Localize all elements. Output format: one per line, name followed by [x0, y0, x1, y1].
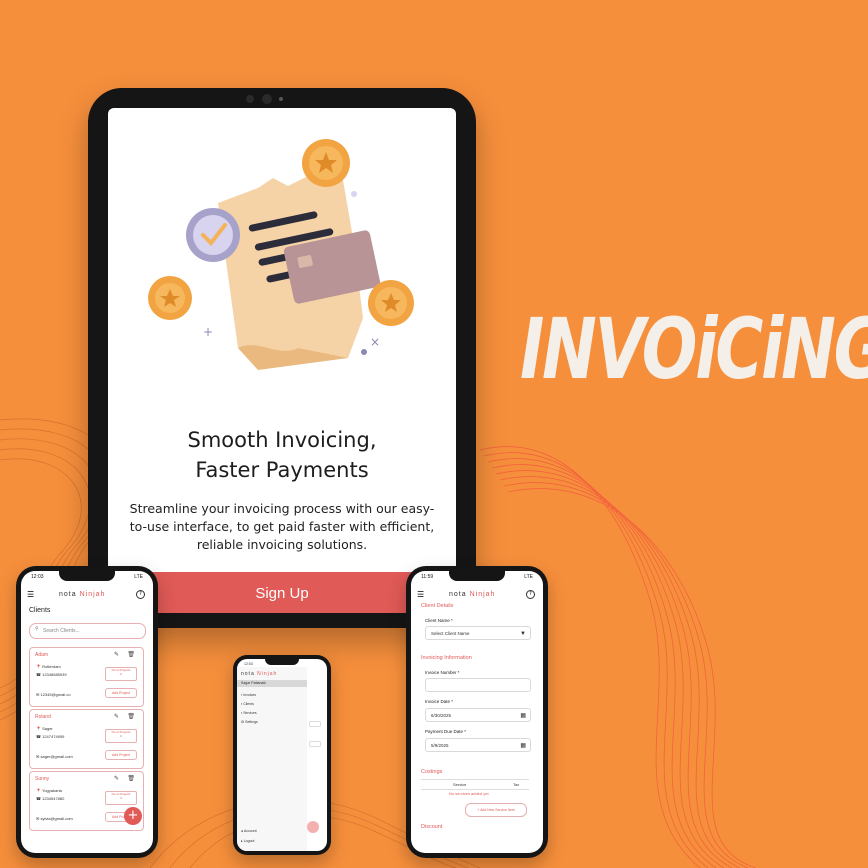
- edit-icon[interactable]: ✎: [114, 775, 119, 782]
- background-control: [309, 721, 321, 727]
- menu-screen: 12:03 nota Ninjah Sagar Pattanaik ▪ Invo…: [237, 659, 327, 851]
- section-costings: Costings: [421, 769, 443, 775]
- col-service: Service: [453, 782, 467, 787]
- add-service-button[interactable]: + Add New Service Item: [465, 803, 527, 817]
- search-placeholder: Search Clients...: [43, 628, 80, 634]
- hero-title: Smooth Invoicing, Faster Payments: [187, 428, 377, 482]
- menu-item-logout[interactable]: ▸ Logout: [241, 839, 254, 843]
- add-project-button[interactable]: Add Project: [105, 750, 137, 760]
- project-count: No of Projects 3: [105, 791, 137, 805]
- add-fab: [307, 821, 319, 833]
- sign-up-button[interactable]: Sign Up: [108, 572, 456, 613]
- svg-text:+: +: [203, 325, 213, 339]
- client-name: Sunny: [35, 776, 50, 782]
- client-address: 📍 Rotterdam: [36, 664, 61, 669]
- due-date-input[interactable]: 5/9/2025 ▦: [425, 738, 531, 752]
- add-project-button[interactable]: Add Project: [105, 688, 137, 698]
- client-phone: ☎ 12348585939: [36, 672, 67, 677]
- status-network: LTE: [134, 574, 143, 580]
- help-icon[interactable]: ?: [526, 590, 535, 599]
- menu-item-settings[interactable]: ⚙ Settings: [241, 720, 258, 724]
- notch: [265, 659, 299, 665]
- invoice-form-screen: 11:59 LTE ☰ nota Ninjah ? Client Details…: [411, 571, 543, 853]
- search-icon: ⚲: [35, 626, 39, 632]
- hero-subtitle: Streamline your invoicing process with o…: [129, 501, 435, 552]
- invoice-number-label: Invoice Number *: [425, 670, 460, 675]
- client-email: ✉ sager@gmail.com: [36, 754, 73, 759]
- background-control: [309, 741, 321, 747]
- brand-nota: nota: [59, 591, 77, 598]
- menu-icon[interactable]: ☰: [27, 590, 34, 599]
- edit-icon[interactable]: ✎: [114, 651, 119, 658]
- project-count: No of Projects 0: [105, 667, 137, 681]
- search-input[interactable]: ⚲ Search Clients...: [29, 623, 146, 639]
- status-network: LTE: [524, 574, 533, 580]
- menu-item-clients[interactable]: ▪ Clients: [241, 702, 254, 706]
- svg-text:×: ×: [370, 335, 380, 349]
- menu-item-invoices[interactable]: ▪ Invoices: [241, 693, 256, 697]
- invoice-date-label: Invoice Date *: [425, 699, 454, 704]
- brand-logo: nota Ninjah: [449, 591, 496, 598]
- costings-table-header: Service Tax: [421, 779, 529, 790]
- client-card[interactable]: Adam ✎ 🗑 📍 Rotterdam ☎ 12348585939 ✉ 123…: [29, 647, 144, 707]
- invoice-number-input[interactable]: [425, 678, 531, 692]
- clients-screen: 12:03 LTE ☰ nota Ninjah ? Clients ⚲ Sear…: [21, 571, 153, 853]
- delete-icon[interactable]: 🗑: [127, 775, 135, 782]
- section-client-details: Client Details: [421, 603, 454, 609]
- section-discount: Discount: [421, 824, 443, 830]
- menu-item-services[interactable]: ▪ Services: [241, 711, 257, 715]
- project-count: No of Projects 0: [105, 729, 137, 743]
- no-services-message: No services added yet: [449, 791, 489, 796]
- calendar-icon[interactable]: ▦: [520, 739, 526, 753]
- sensor-icon: [279, 97, 283, 101]
- brand-logo: nota Ninjah: [59, 591, 105, 598]
- side-drawer: nota Ninjah Sagar Pattanaik ▪ Invoices ▪…: [237, 667, 307, 851]
- due-date-label: Payment Due Date *: [425, 729, 467, 734]
- user-name: Sagar Pattanaik: [237, 680, 307, 687]
- client-name-select[interactable]: Select Client Name ▼: [425, 626, 531, 640]
- client-email: ✉ 12345@gmail.co: [36, 692, 71, 697]
- delete-icon[interactable]: 🗑: [127, 651, 135, 658]
- invoice-date-input[interactable]: 6/30/2025 ▦: [425, 708, 531, 722]
- calendar-icon[interactable]: ▦: [520, 709, 526, 723]
- camera-icon: [246, 95, 254, 103]
- section-invoicing-information: Invoicing Information: [421, 655, 472, 661]
- client-name: Roland: [35, 714, 51, 720]
- camera-lens-icon: [262, 94, 272, 104]
- client-address: 📍 Yogyakarta: [36, 788, 62, 793]
- help-icon[interactable]: ?: [136, 590, 145, 599]
- invoice-illustration: + ×: [148, 139, 414, 370]
- client-name: Adam: [35, 652, 49, 658]
- status-time: 12:03: [244, 662, 253, 666]
- chevron-down-icon: ▼: [520, 631, 526, 637]
- edit-icon[interactable]: ✎: [114, 713, 119, 720]
- headline-word: INVOiCiNG: [520, 300, 868, 398]
- client-email: ✉ sylvia@gmail.com: [36, 816, 73, 821]
- client-phone: ☎ 1234547880: [36, 796, 65, 801]
- col-tax: Tax: [513, 782, 520, 787]
- menu-icon[interactable]: ☰: [417, 590, 424, 599]
- page-title: Clients: [29, 607, 51, 614]
- client-phone: ☎ 1247474959: [36, 734, 65, 739]
- brand-ninjah: Ninjah: [79, 591, 106, 598]
- add-client-fab[interactable]: +: [124, 807, 142, 825]
- client-card[interactable]: Roland ✎ 🗑 📍 Sager ☎ 1247474959 ✉ sager@…: [29, 709, 144, 769]
- client-address: 📍 Sager: [36, 726, 53, 731]
- client-name-label: Client Name *: [425, 618, 453, 623]
- status-time: 12:03: [31, 574, 44, 580]
- brand-logo: nota Ninjah: [241, 671, 278, 677]
- delete-icon[interactable]: 🗑: [127, 713, 135, 720]
- status-time: 11:59: [421, 574, 434, 580]
- menu-item-account[interactable]: ● Account: [241, 829, 257, 833]
